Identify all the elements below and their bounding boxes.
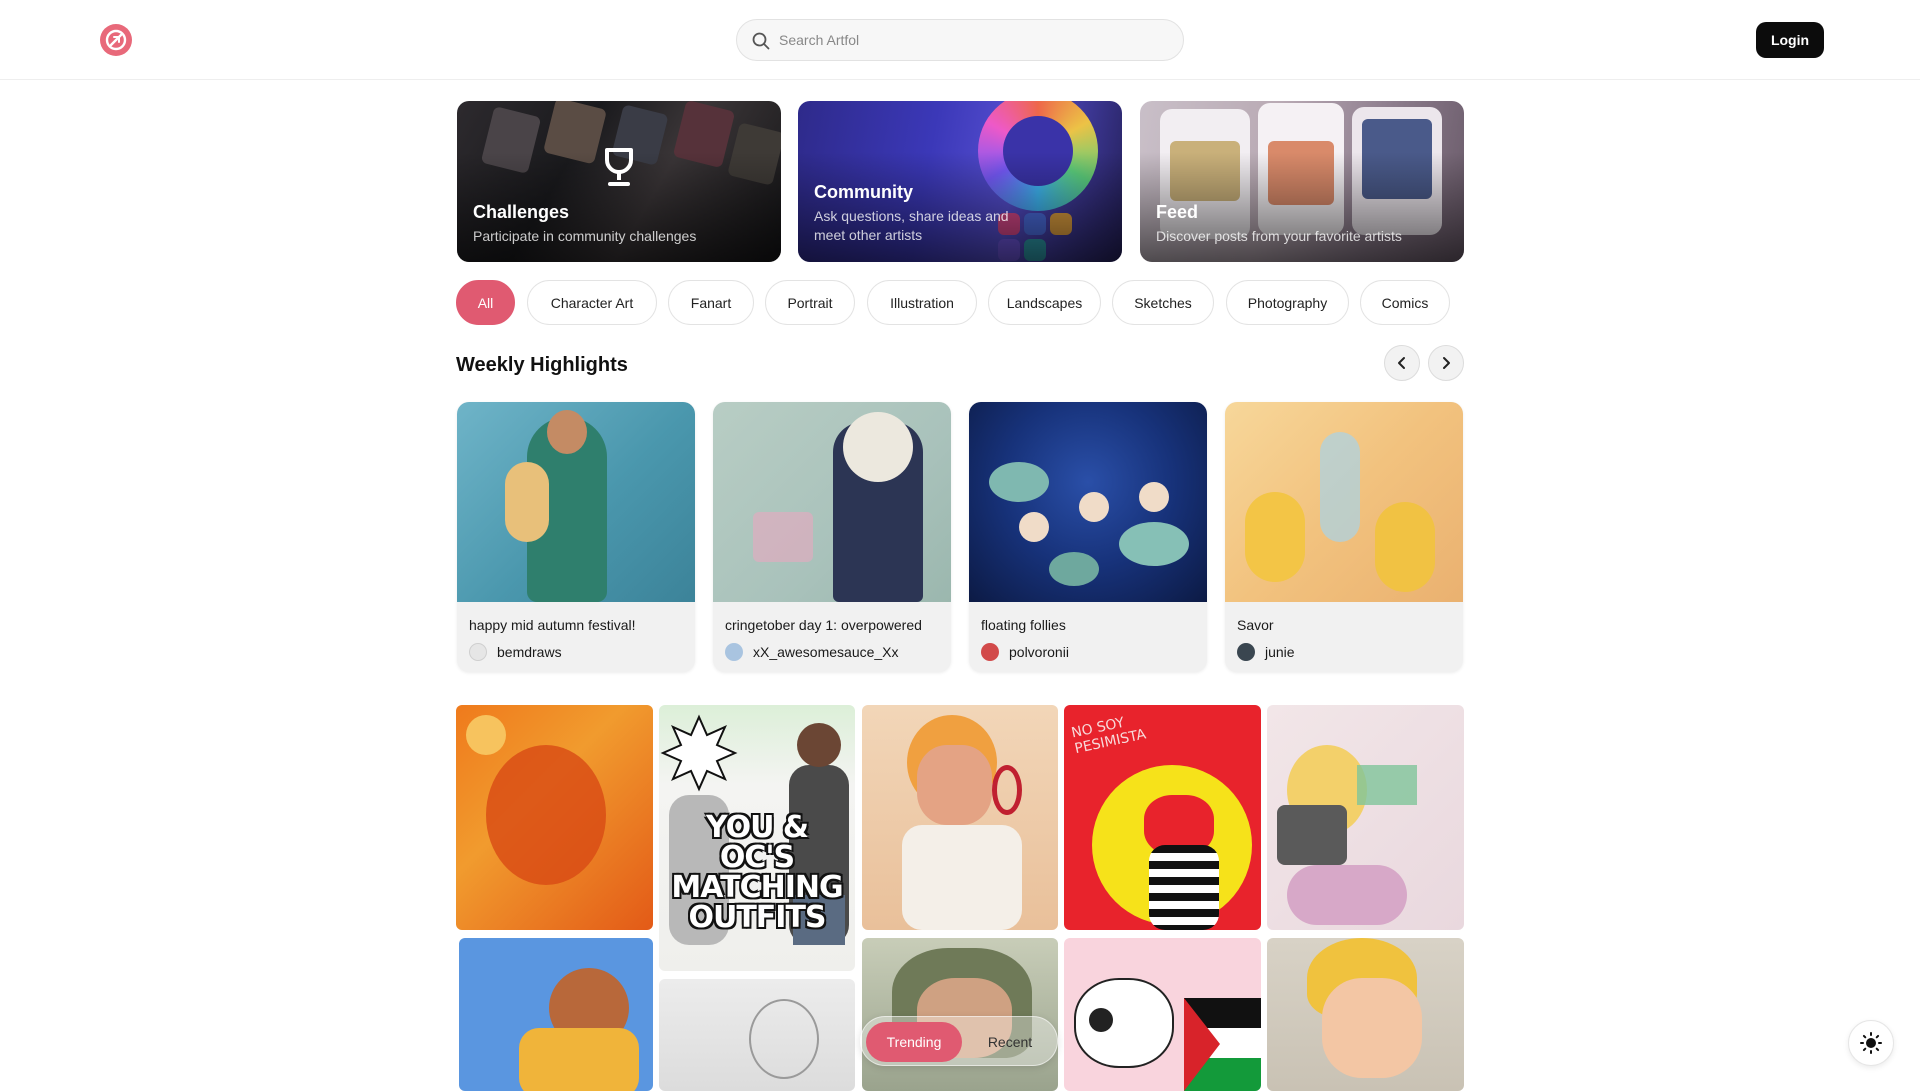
highlight-author[interactable]: junie [1237, 642, 1295, 662]
gallery-artwork[interactable] [1267, 938, 1464, 1091]
theme-toggle-button[interactable] [1848, 1020, 1894, 1066]
community-card[interactable]: Community Ask questions, share ideas and… [798, 101, 1122, 262]
matching-outfits-text: YOU & OC'S MATCHING OUTFITS [671, 810, 843, 935]
avatar [725, 643, 743, 661]
search-icon [752, 32, 770, 50]
avatar [981, 643, 999, 661]
sun-icon [1860, 1032, 1882, 1054]
category-chips: All Character Art Fanart Portrait Illust… [456, 280, 1464, 326]
gallery-artwork[interactable]: YOU & OC'S MATCHING OUTFITS [659, 705, 855, 971]
chip-comics[interactable]: Comics [1360, 280, 1450, 325]
highlight-author[interactable]: polvoronii [981, 642, 1069, 662]
highlight-card[interactable]: happy mid autumn festival! bemdraws [457, 402, 695, 672]
chevron-right-icon [1443, 357, 1450, 369]
avatar [1237, 643, 1255, 661]
search-bar[interactable] [736, 19, 1184, 61]
highlight-caption: cringetober day 1: overpowered [725, 617, 922, 633]
trophy-icon [605, 148, 633, 186]
highlight-author[interactable]: xX_awesomesauce_Xx [725, 642, 899, 662]
gallery-artwork[interactable] [862, 705, 1058, 930]
author-name: polvoronii [1009, 644, 1069, 660]
next-button[interactable] [1428, 345, 1464, 381]
highlight-card[interactable]: floating follies polvoronii [969, 402, 1207, 672]
avatar [469, 643, 487, 661]
chip-illustration[interactable]: Illustration [867, 280, 977, 325]
feature-title: Feed [1156, 202, 1199, 222]
chip-sketches[interactable]: Sketches [1112, 280, 1214, 325]
gallery-artwork[interactable] [1267, 705, 1464, 930]
feature-subtitle: Discover posts from your favorite artist… [1156, 228, 1402, 244]
nosoy-text: NO SOY PESIMISTA [1069, 714, 1148, 758]
highlight-card[interactable]: Savor junie [1225, 402, 1463, 672]
artfol-logo-icon[interactable] [100, 24, 132, 56]
highlight-card[interactable]: cringetober day 1: overpowered xX_awesom… [713, 402, 951, 672]
gallery-artwork[interactable] [459, 938, 653, 1091]
feature-subtitle: Ask questions, share ideas and meet othe… [814, 208, 1009, 243]
highlight-artwork [1225, 402, 1463, 602]
chip-portrait[interactable]: Portrait [765, 280, 855, 325]
highlight-caption: Savor [1237, 617, 1274, 633]
search-input[interactable] [779, 20, 1169, 60]
feed-toggle: Trending Recent [860, 1016, 1058, 1066]
chip-landscapes[interactable]: Landscapes [988, 280, 1101, 325]
feature-subtitle: Participate in community challenges [473, 228, 697, 244]
highlight-artwork [969, 402, 1207, 602]
author-name: xX_awesomesauce_Xx [753, 644, 899, 660]
feature-title: Community [814, 182, 913, 202]
login-button[interactable]: Login [1756, 22, 1824, 58]
author-name: junie [1265, 644, 1295, 660]
gallery-artwork[interactable] [1064, 938, 1261, 1091]
feature-title: Challenges [473, 202, 570, 222]
chevron-left-icon [1398, 357, 1405, 369]
highlight-caption: floating follies [981, 617, 1066, 633]
author-name: bemdraws [497, 644, 562, 660]
gallery-artwork[interactable] [862, 938, 1058, 1091]
chip-character-art[interactable]: Character Art [527, 280, 657, 325]
chip-fanart[interactable]: Fanart [668, 280, 754, 325]
chip-all[interactable]: All [456, 280, 515, 325]
prev-button[interactable] [1384, 345, 1420, 381]
highlight-author[interactable]: bemdraws [469, 642, 562, 662]
chip-photography[interactable]: Photography [1226, 280, 1349, 325]
challenges-card[interactable]: Challenges Participate in community chal… [457, 101, 781, 262]
gallery-artwork[interactable]: NO SOY PESIMISTA [1064, 705, 1261, 930]
recent-tab[interactable]: Recent [967, 1022, 1053, 1062]
highlight-artwork [713, 402, 951, 602]
highlight-artwork [457, 402, 695, 602]
highlight-caption: happy mid autumn festival! [469, 617, 636, 633]
trending-tab[interactable]: Trending [866, 1022, 962, 1062]
top-header: Login [0, 0, 1920, 80]
weekly-highlights-title: Weekly Highlights [456, 354, 628, 376]
gallery-artwork[interactable] [659, 979, 855, 1091]
feed-card[interactable]: Feed Discover posts from your favorite a… [1140, 101, 1464, 262]
gallery-artwork[interactable] [456, 705, 653, 930]
